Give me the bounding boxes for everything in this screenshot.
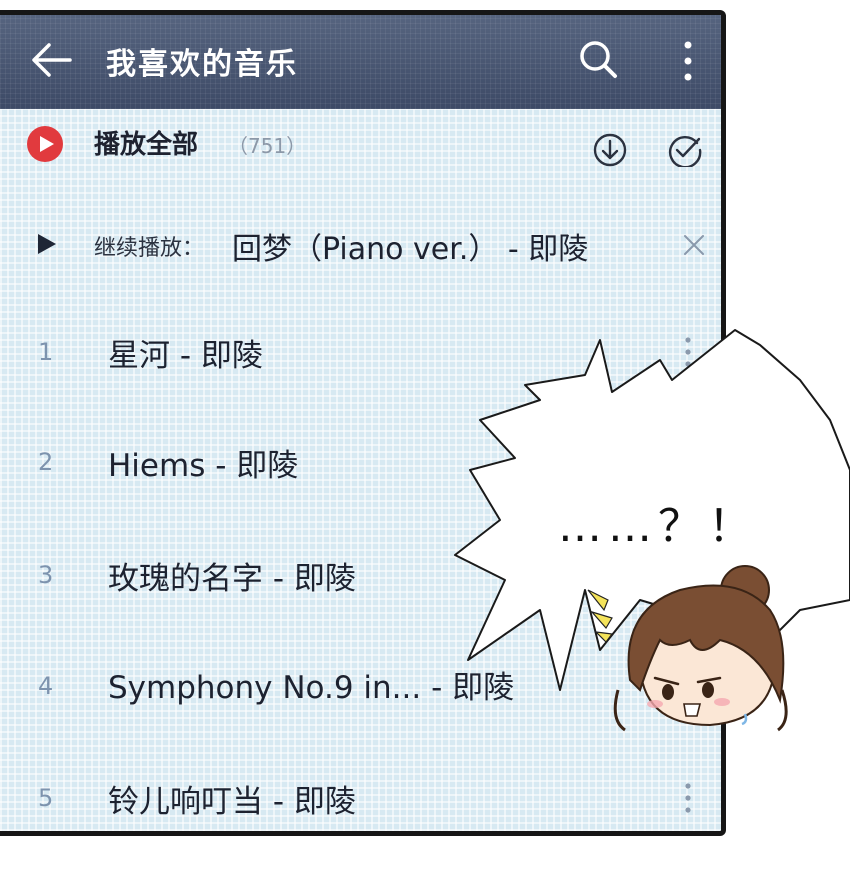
song-number: 1 [38,338,54,366]
speech-bubble-text: ……？！ [558,501,758,552]
song-number: 3 [38,561,54,589]
song-count: （751） [228,134,307,158]
more-vertical-icon[interactable] [682,780,694,816]
resume-label: 继续播放： [94,236,205,261]
list-item[interactable]: 1 星河 - 即陵 [0,300,850,410]
song-title: 玫瑰的名字 - 即陵 [108,561,356,597]
play-all-button[interactable]: 播放全部 [94,124,198,161]
play-icon[interactable] [36,232,58,256]
list-item[interactable]: 5 铃儿响叮当 - 即陵 [0,748,850,858]
song-title: 铃儿响叮当 - 即陵 [108,784,356,820]
play-all-icon[interactable] [26,125,64,163]
resume-song[interactable]: 回梦（Piano ver.） - 即陵 [232,224,588,268]
song-title: Symphony No.9 in... - 即陵 [108,670,515,706]
song-title: Hiems - 即陵 [108,448,299,484]
song-title: 星河 - 即陵 [108,338,263,374]
download-icon[interactable] [593,133,627,167]
more-vertical-icon[interactable] [678,39,698,83]
search-icon[interactable] [578,39,618,79]
multi-select-icon[interactable] [668,133,702,167]
more-vertical-icon[interactable] [682,334,694,370]
arrow-left-icon[interactable] [30,41,72,79]
song-number: 4 [38,672,54,700]
song-number: 2 [38,448,54,476]
page-title: 我喜欢的音乐 [106,47,298,82]
app-header: 我喜欢的音乐 [0,15,721,109]
song-number: 5 [38,784,54,812]
close-icon[interactable] [683,234,705,256]
list-item[interactable]: 4 Symphony No.9 in... - 即陵 [0,636,850,746]
